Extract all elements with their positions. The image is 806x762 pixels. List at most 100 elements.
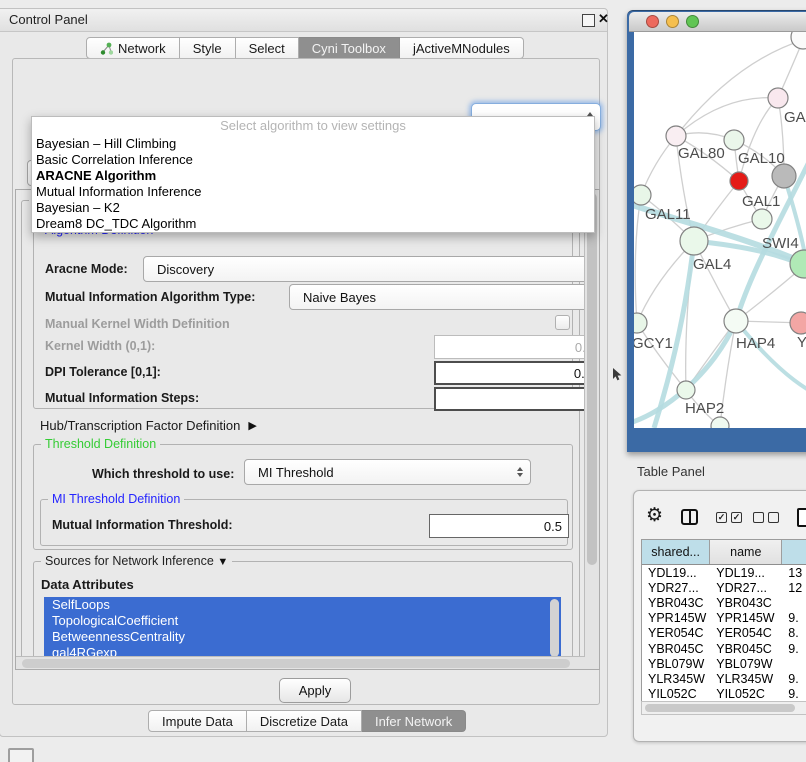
- table-cell[interactable]: YIL052C: [642, 687, 710, 701]
- node-swi4[interactable]: [790, 250, 806, 278]
- table-row[interactable]: YER054CYER054C8.: [642, 626, 806, 641]
- table-cell[interactable]: YLR345W: [642, 672, 710, 686]
- table-cell[interactable]: YDL19...: [710, 566, 782, 580]
- table-row[interactable]: YDR27...YDR27...12: [642, 580, 806, 595]
- table-cell[interactable]: 9.: [782, 672, 806, 686]
- table-cell[interactable]: 12: [782, 581, 806, 595]
- node-gcy1[interactable]: [634, 313, 647, 333]
- network-window-titlebar[interactable]: [629, 12, 806, 32]
- horizontal-scrollbar-thumb[interactable]: [22, 659, 570, 668]
- tab-style[interactable]: Style: [180, 37, 236, 59]
- table-cell[interactable]: YER054C: [642, 626, 710, 640]
- data-attribute-item[interactable]: BetweennessCentrality: [44, 629, 561, 645]
- tab-network[interactable]: Network: [86, 37, 180, 59]
- node-gray[interactable]: [772, 164, 796, 188]
- data-attributes-list[interactable]: SelfLoopsTopologicalCoefficientBetweenne…: [44, 597, 561, 663]
- kernel-width-field[interactable]: 0.0: [434, 335, 600, 359]
- table-row[interactable]: YIL052CYIL052C9.: [642, 687, 806, 702]
- node-gal11[interactable]: [634, 185, 651, 205]
- table-cell[interactable]: YDR27...: [710, 581, 782, 595]
- table-cell[interactable]: YBR043C: [642, 596, 710, 610]
- algorithm-option[interactable]: ARACNE Algorithm: [32, 168, 594, 184]
- tab-discretize-data[interactable]: Discretize Data: [247, 710, 362, 732]
- table-cell[interactable]: YBL079W: [642, 657, 710, 671]
- network-edge[interactable]: [739, 98, 778, 181]
- column-header[interactable]: [782, 540, 806, 564]
- node-partial-top[interactable]: [791, 32, 806, 49]
- mi-algorithm-type-combobox[interactable]: Naive Bayes: [289, 284, 600, 310]
- tab-select[interactable]: Select: [236, 37, 299, 59]
- node-partial-bottom[interactable]: [711, 417, 729, 428]
- data-attribute-item[interactable]: SelfLoops: [44, 597, 561, 613]
- table-row[interactable]: YPR145WYPR145W9.: [642, 611, 806, 626]
- table-cell[interactable]: 9.: [782, 611, 806, 625]
- data-attribute-item[interactable]: TopologicalCoefficient: [44, 613, 561, 629]
- node-gal4[interactable]: [680, 227, 708, 255]
- document-icon[interactable]: [797, 508, 806, 527]
- algorithm-option[interactable]: Dream8 DC_TDC Algorithm: [32, 216, 594, 232]
- zoom-traffic-light-icon[interactable]: [686, 15, 699, 28]
- node-gal-upper[interactable]: [768, 88, 788, 108]
- minimize-traffic-light-icon[interactable]: [666, 15, 679, 28]
- network-edge[interactable]: [635, 195, 641, 323]
- network-canvas[interactable]: GALGAL80GAL10GAL1GAL11SWI4GAL4GCY1HAP4YH…: [634, 32, 806, 428]
- mi-steps-field[interactable]: 6: [434, 387, 600, 411]
- table-cell[interactable]: YDR27...: [642, 581, 710, 595]
- table-cell[interactable]: YPR145W: [642, 611, 710, 625]
- dpi-tolerance-field[interactable]: 0.0: [434, 361, 600, 385]
- attribute-list-scrollbar[interactable]: [550, 599, 559, 657]
- table-cell[interactable]: YDL19...: [642, 566, 710, 580]
- node-hap2[interactable]: [677, 381, 695, 399]
- column-header[interactable]: name: [710, 540, 782, 564]
- node-gal10[interactable]: [724, 130, 744, 150]
- table-row[interactable]: YBR045CYBR045C9.: [642, 641, 806, 656]
- mi-threshold-field[interactable]: 0.5: [429, 514, 569, 538]
- table-cell[interactable]: YBR045C: [642, 642, 710, 656]
- float-window-icon[interactable]: [582, 14, 595, 27]
- algorithm-option[interactable]: Bayesian – Hill Climbing: [32, 136, 594, 152]
- table-row[interactable]: YLR345WYLR345W9.: [642, 671, 806, 686]
- apply-button[interactable]: Apply: [279, 678, 351, 703]
- select-all-checkboxes-icon[interactable]: ✓✓: [716, 512, 742, 523]
- close-traffic-light-icon[interactable]: [646, 15, 659, 28]
- node-gal1[interactable]: [752, 209, 772, 229]
- table-scrollbar-thumb[interactable]: [645, 704, 795, 712]
- tab-infer-network[interactable]: Infer Network: [362, 710, 466, 732]
- table-cell[interactable]: YBR043C: [710, 596, 782, 610]
- settings-vertical-scrollbar[interactable]: [584, 190, 599, 669]
- deselect-all-checkboxes-icon[interactable]: [753, 512, 779, 523]
- expanded-arrow-icon[interactable]: ▼: [217, 556, 228, 568]
- table-cell[interactable]: 9.: [782, 687, 806, 701]
- table-cell[interactable]: 8.: [782, 626, 806, 640]
- table-cell[interactable]: YIL052C: [710, 687, 782, 701]
- table-cell[interactable]: YLR345W: [710, 672, 782, 686]
- close-icon[interactable]: ✕: [598, 11, 609, 27]
- manual-kernel-width-checkbox[interactable]: [555, 315, 570, 330]
- gear-icon[interactable]: ⚙: [646, 506, 663, 525]
- table-cell[interactable]: 9.: [782, 642, 806, 656]
- algorithm-option[interactable]: Basic Correlation Inference: [32, 152, 594, 168]
- table-cell[interactable]: YBL079W: [710, 657, 782, 671]
- table-cell[interactable]: YER054C: [710, 626, 782, 640]
- column-header[interactable]: shared...: [642, 540, 710, 564]
- node-hap4[interactable]: [724, 309, 748, 333]
- table-row[interactable]: YDL19...YDL19...13: [642, 565, 806, 580]
- tab-cyni-toolbox[interactable]: Cyni Toolbox: [299, 37, 400, 59]
- vertical-scrollbar-thumb[interactable]: [587, 193, 597, 565]
- table-row[interactable]: YBR043CYBR043C: [642, 595, 806, 610]
- docked-panel-icon[interactable]: [8, 748, 34, 762]
- algorithm-option[interactable]: Mutual Information Inference: [32, 184, 594, 200]
- hub-transcription-section-toggle[interactable]: Hub/Transcription Factor Definition ▶: [40, 418, 257, 433]
- split-columns-icon[interactable]: [681, 509, 698, 525]
- aracne-mode-combobox[interactable]: Discovery: [143, 256, 600, 282]
- table-horizontal-scrollbar[interactable]: [641, 701, 806, 715]
- table-cell[interactable]: YPR145W: [710, 611, 782, 625]
- node-gal80[interactable]: [666, 126, 686, 146]
- tab-impute-data[interactable]: Impute Data: [148, 710, 247, 732]
- algorithm-option[interactable]: Bayesian – K2: [32, 200, 594, 216]
- tab-jactivemnodules[interactable]: jActiveMNodules: [400, 37, 524, 59]
- table-cell[interactable]: 13: [782, 566, 806, 580]
- node-red[interactable]: [730, 172, 748, 190]
- node-salmon[interactable]: [790, 312, 806, 334]
- which-threshold-combobox[interactable]: MI Threshold: [244, 459, 531, 485]
